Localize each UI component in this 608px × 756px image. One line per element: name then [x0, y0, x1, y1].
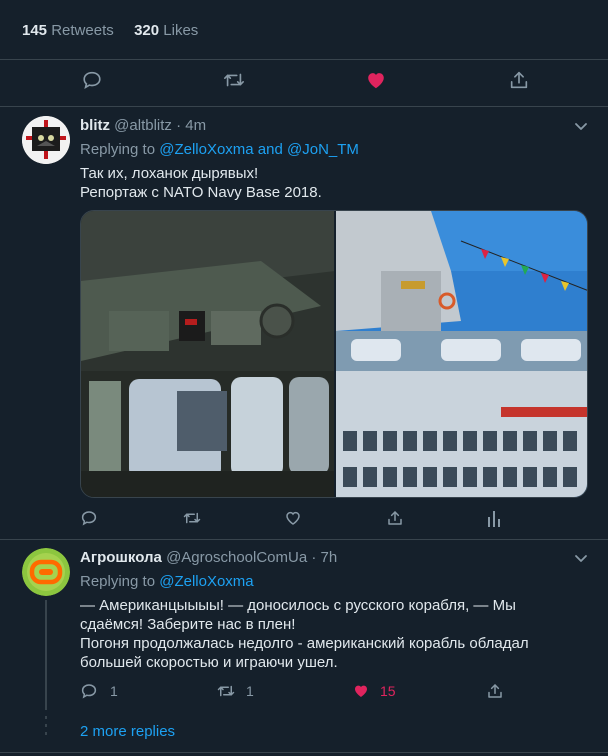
heart-icon — [286, 511, 300, 525]
media-photos — [81, 211, 588, 498]
tweet-text-line: Погоня продолжалась недолго - американск… — [80, 635, 529, 652]
share-button[interactable] — [386, 509, 404, 527]
retweet-icon — [224, 73, 244, 87]
tweet-text-line: — Американцыыыы! — доносилось с русского… — [80, 597, 516, 614]
thread-dot — [45, 732, 47, 735]
avatar[interactable] — [22, 548, 70, 596]
tweet-media[interactable] — [80, 210, 588, 498]
like-count: 15 — [380, 683, 396, 699]
retweet-button[interactable] — [222, 69, 246, 91]
tweet-text-line: Так их, лоханок дырявых! — [80, 165, 259, 182]
reply-button[interactable] — [81, 69, 103, 91]
photo-bridge[interactable] — [81, 211, 335, 498]
tweet-text-line: сдаёмся! Заберите нас в плен! — [80, 616, 296, 633]
replying-label: Replying to — [80, 141, 156, 158]
share-icon — [510, 71, 528, 89]
replying-to-link[interactable]: @ZelloXoxma and @JoN_TM — [159, 141, 359, 158]
retweet-button[interactable] — [182, 509, 208, 527]
tweet-stats: 145 Retweets 320 Likes — [22, 22, 198, 39]
author-handle[interactable]: @AgroschoolComUa — [166, 549, 307, 566]
reply-icon — [81, 511, 97, 526]
replying-label: Replying to — [80, 573, 156, 590]
like-button[interactable] — [284, 509, 308, 527]
reply-count: 1 — [110, 683, 118, 699]
analytics-button[interactable] — [487, 509, 501, 527]
retweet-icon — [217, 685, 235, 697]
photo-ship[interactable] — [336, 211, 588, 498]
avatar[interactable] — [22, 116, 70, 164]
reply-icon — [81, 684, 97, 699]
tweet-text-line: большей скоростью и играючи ушел. — [80, 654, 338, 671]
retweets-count[interactable]: 145 — [22, 22, 47, 39]
tweet-text-line: Репортаж с NATO Navy Base 2018. — [80, 184, 322, 201]
analytics-icon — [488, 511, 500, 527]
share-icon — [488, 684, 502, 698]
like-button[interactable] — [365, 69, 387, 91]
timestamp[interactable]: · 4m — [176, 117, 206, 134]
likes-count[interactable]: 320 — [134, 22, 159, 39]
chevron-down-icon — [575, 555, 587, 562]
tweet-menu-button[interactable] — [573, 550, 589, 570]
replying-to-link[interactable]: @ZelloXoxma — [159, 573, 253, 590]
timestamp[interactable]: · 7h — [311, 549, 337, 566]
divider — [0, 59, 608, 60]
share-button[interactable] — [508, 69, 530, 91]
heart-filled-icon — [355, 685, 367, 697]
divider — [0, 106, 608, 107]
avatar-image — [22, 116, 70, 164]
retweet-count: 1 — [246, 683, 254, 699]
likes-label[interactable]: Likes — [163, 22, 198, 39]
share-button[interactable] — [486, 682, 504, 700]
thread-line — [45, 600, 47, 710]
divider — [0, 539, 608, 540]
thread-dot — [45, 716, 47, 719]
like-button[interactable]: 15 — [352, 682, 396, 700]
thread-dot — [45, 724, 47, 727]
avatar-image — [22, 548, 70, 596]
author-name[interactable]: blitz — [80, 117, 110, 134]
heart-filled-icon — [368, 73, 384, 89]
reply-icon — [83, 71, 101, 90]
retweets-label[interactable]: Retweets — [51, 22, 114, 39]
share-icon — [388, 511, 402, 525]
chevron-down-icon — [575, 123, 587, 130]
retweet-button[interactable]: 1 — [216, 682, 254, 700]
divider — [0, 752, 608, 753]
reply-button[interactable] — [80, 509, 104, 527]
tweet-menu-button[interactable] — [573, 118, 589, 138]
reply-button[interactable]: 1 — [80, 682, 118, 700]
author-handle[interactable]: @altblitz — [114, 117, 172, 134]
more-replies-link[interactable]: 2 more replies — [80, 723, 175, 740]
retweet-icon — [183, 512, 201, 524]
author-name[interactable]: Агрошкола — [80, 549, 162, 566]
